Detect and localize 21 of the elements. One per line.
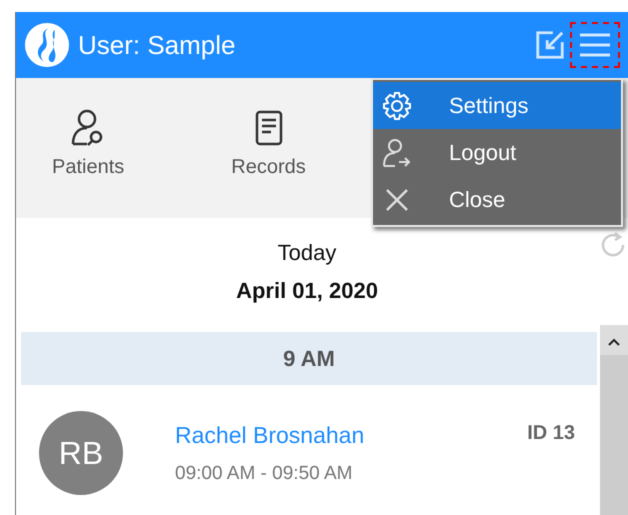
user-title: User: Sample bbox=[78, 30, 236, 60]
menu-item[interactable]: Logout bbox=[373, 129, 621, 176]
menu-item[interactable]: Settings bbox=[373, 82, 621, 129]
menu-button[interactable] bbox=[570, 22, 620, 68]
menu-item[interactable]: Close bbox=[373, 176, 621, 223]
scroll-up-icon[interactable] bbox=[607, 337, 621, 347]
date-label: April 01, 2020 bbox=[236, 278, 378, 304]
patient-id: ID 13 bbox=[527, 422, 575, 446]
person-arrow-icon bbox=[381, 136, 413, 168]
today-label: Today bbox=[278, 240, 336, 266]
patient-name[interactable]: Rachel Brosnahan bbox=[175, 422, 364, 448]
avatar: RB bbox=[39, 411, 123, 495]
compose-icon[interactable] bbox=[534, 29, 566, 61]
settings-icon bbox=[381, 90, 413, 122]
nav-item[interactable]: Patients bbox=[46, 78, 130, 218]
scrollbar[interactable] bbox=[600, 325, 628, 515]
menu-icon bbox=[578, 32, 612, 58]
hour-header: 9 AM bbox=[21, 332, 597, 385]
logo-icon bbox=[24, 22, 70, 68]
nav-item[interactable]: Records bbox=[225, 78, 312, 218]
appointment-time: 09:00 AM - 09:50 AM bbox=[175, 462, 354, 484]
